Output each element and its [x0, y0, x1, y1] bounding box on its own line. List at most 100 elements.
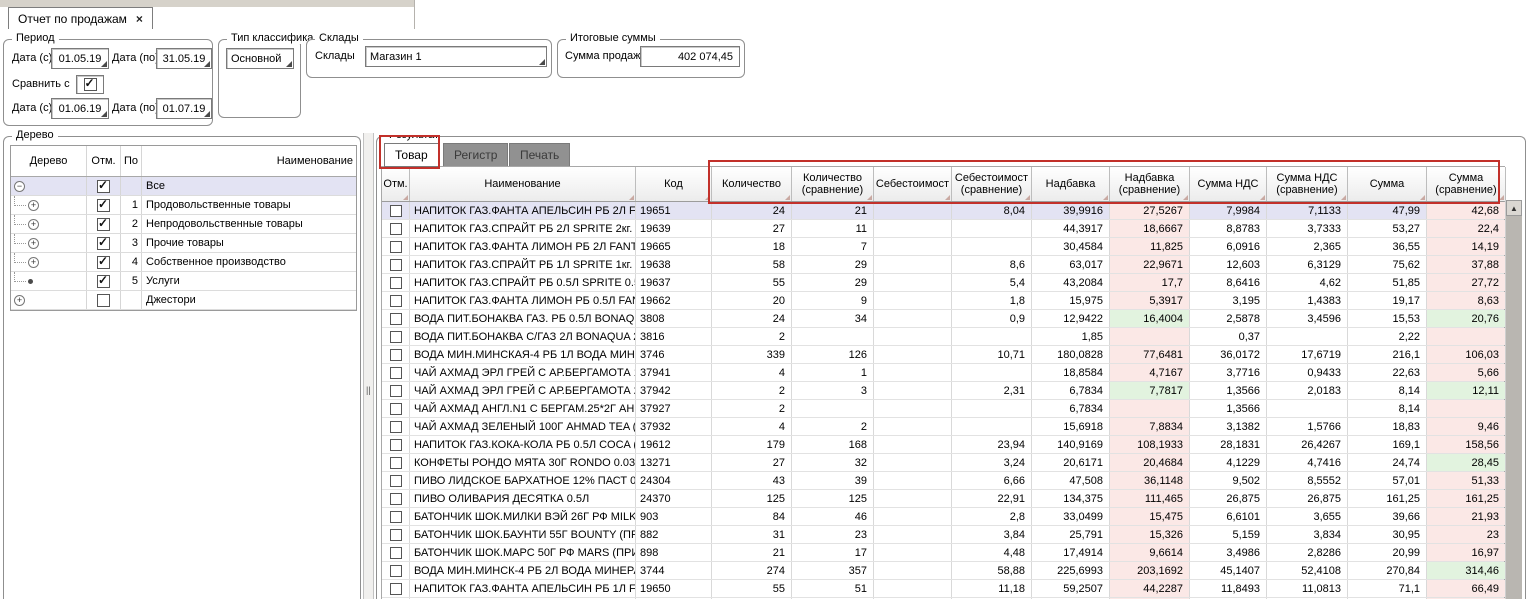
tab-tovar[interactable]: Товар [384, 143, 439, 167]
row-checkbox[interactable] [390, 475, 402, 487]
date-to2-input[interactable]: 01.07.19 [156, 98, 212, 119]
tree-header-2[interactable]: По [121, 146, 142, 176]
tree-checkbox[interactable] [97, 218, 110, 231]
column-header-3[interactable]: Количество [712, 167, 792, 201]
column-header-4[interactable]: Количество (сравнение) [792, 167, 874, 201]
table-row[interactable]: ЧАЙ АХМАД ЗЕЛЕНЫЙ 100Г AHMAD TEA (379324… [382, 418, 1504, 436]
column-header-12[interactable]: Сумма (сравнение) [1427, 167, 1506, 201]
row-checkbox[interactable] [390, 259, 402, 271]
table-row[interactable]: НАПИТОК ГАЗ.СПРАЙТ РБ 1Л SPRITE 1кг.1963… [382, 256, 1504, 274]
tab-registr[interactable]: Регистр [443, 143, 508, 167]
tree-row[interactable]: +4Собственное производство [11, 253, 356, 272]
table-row[interactable]: ВОДА МИН.МИНСК-4 РБ 2Л ВОДА МИНЕРА374427… [382, 562, 1504, 580]
table-vertical-scrollbar[interactable]: ▲ [1505, 200, 1522, 599]
table-row[interactable]: НАПИТОК ГАЗ.ФАНТА АПЕЛЬСИН РБ 1Л FA19650… [382, 580, 1504, 598]
row-checkbox[interactable] [390, 421, 402, 433]
row-checkbox[interactable] [390, 223, 402, 235]
expand-icon[interactable]: + [28, 257, 39, 268]
column-header-5[interactable]: Себестоимост [874, 167, 952, 201]
vertical-splitter[interactable]: || [363, 133, 374, 599]
table-row[interactable]: ЧАЙ АХМАД АНГЛ.N1 С БЕРГАМ.25*2Г АН37927… [382, 400, 1504, 418]
row-checkbox[interactable] [390, 331, 402, 343]
tab-pechat[interactable]: Печать [509, 143, 570, 167]
column-header-11[interactable]: Сумма [1348, 167, 1427, 201]
column-header-9[interactable]: Сумма НДС [1190, 167, 1267, 201]
row-checkbox[interactable] [390, 205, 402, 217]
cell-markup-cmp: 5,3917 [1110, 292, 1190, 309]
table-row[interactable]: ВОДА МИН.МИНСКАЯ-4 РБ 1Л ВОДА МИН3746339… [382, 346, 1504, 364]
table-row[interactable]: НАПИТОК ГАЗ.ФАНТА АПЕЛЬСИН РБ 2Л FA19651… [382, 202, 1504, 220]
row-checkbox[interactable] [390, 565, 402, 577]
column-header-10[interactable]: Сумма НДС (сравнение) [1267, 167, 1348, 201]
tab-sales-report[interactable]: Отчет по продажам × [8, 7, 153, 29]
row-checkbox[interactable] [390, 529, 402, 541]
column-header-7[interactable]: Надбавка [1032, 167, 1110, 201]
tree-row[interactable]: 5Услуги [11, 272, 356, 291]
table-row[interactable]: НАПИТОК ГАЗ.СПРАЙТ РБ 0.5Л SPRITE 0.5196… [382, 274, 1504, 292]
table-row[interactable]: НАПИТОК ГАЗ.ФАНТА ЛИМОН РБ 0.5Л FAN19662… [382, 292, 1504, 310]
row-checkbox[interactable] [390, 349, 402, 361]
column-header-2[interactable]: Код [636, 167, 712, 201]
column-header-8[interactable]: Надбавка (сравнение) [1110, 167, 1190, 201]
row-checkbox[interactable] [390, 385, 402, 397]
tree-row[interactable]: +3Прочие товары [11, 234, 356, 253]
date-from2-input[interactable]: 01.06.19 [51, 98, 109, 119]
row-checkbox[interactable] [390, 241, 402, 253]
table-row[interactable]: ПИВО ЛИДСКОЕ БАРХАТНОЕ 12% ПАСТ 02430443… [382, 472, 1504, 490]
column-header-0[interactable]: Отм. [382, 167, 410, 201]
table-row[interactable]: БАТОНЧИК ШОК.МАРС 50Г РФ MARS (ПРИ898211… [382, 544, 1504, 562]
tree-checkbox[interactable] [97, 275, 110, 288]
tree-row[interactable]: +Джестори [11, 291, 356, 310]
close-icon[interactable]: × [136, 14, 143, 24]
date-to-input[interactable]: 31.05.19 [156, 48, 212, 69]
table-row[interactable]: ЧАЙ АХМАД ЭРЛ ГРЕЙ С АР.БЕРГАМОТА 237942… [382, 382, 1504, 400]
tree-checkbox[interactable] [97, 199, 110, 212]
table-row[interactable]: ПИВО ОЛИВАРИЯ ДЕСЯТКА 0.5Л2437012512522,… [382, 490, 1504, 508]
table-row[interactable]: НАПИТОК ГАЗ.СПРАЙТ РБ 2Л SPRITE 2кг.1963… [382, 220, 1504, 238]
classifier-dropdown[interactable]: Основной [226, 48, 294, 69]
table-row[interactable]: ВОДА ПИТ.БОНАКВА С/ГАЗ 2Л BONAQUA 238162… [382, 328, 1504, 346]
column-header-6[interactable]: Себестоимост (сравнение) [952, 167, 1032, 201]
table-row[interactable]: БАТОНЧИК ШОК.БАУНТИ 55Г BOUNTY (ПР882312… [382, 526, 1504, 544]
tree-row[interactable]: +1Продовольственные товары [11, 196, 356, 215]
tree-checkbox[interactable] [97, 256, 110, 269]
row-checkbox[interactable] [390, 313, 402, 325]
cell-sum: 18,83 [1348, 418, 1427, 435]
tree-header-1[interactable]: Отм. [87, 146, 121, 176]
row-checkbox[interactable] [390, 511, 402, 523]
table-row[interactable]: ЧАЙ АХМАД ЭРЛ ГРЕЙ С АР.БЕРГАМОТА 137941… [382, 364, 1504, 382]
date-from-input[interactable]: 01.05.19 [51, 48, 109, 69]
expand-icon[interactable]: + [28, 200, 39, 211]
warehouses-input[interactable]: Магазин 1 [365, 46, 547, 67]
tree-header-3[interactable]: Наименование [142, 146, 356, 176]
expand-icon[interactable]: + [14, 295, 25, 306]
tree-checkbox[interactable] [97, 237, 110, 250]
row-checkbox[interactable] [390, 439, 402, 451]
row-checkbox[interactable] [390, 295, 402, 307]
compare-checkbox[interactable] [76, 75, 104, 94]
expand-icon[interactable]: + [28, 238, 39, 249]
row-checkbox[interactable] [390, 403, 402, 415]
leaf-dot-icon[interactable] [28, 279, 33, 284]
expand-icon[interactable]: + [28, 219, 39, 230]
tree-row[interactable]: +2Непродовольственные товары [11, 215, 356, 234]
row-checkbox[interactable] [390, 583, 402, 595]
table-row[interactable]: ВОДА ПИТ.БОНАКВА ГАЗ. РБ 0.5Л BONAQU3808… [382, 310, 1504, 328]
collapse-icon[interactable]: − [14, 181, 25, 192]
row-checkbox[interactable] [390, 367, 402, 379]
tree-row[interactable]: −Все [11, 177, 356, 196]
table-row[interactable]: БАТОНЧИК ШОК.МИЛКИ ВЭЙ 26Г РФ MILK903844… [382, 508, 1504, 526]
table-row[interactable]: НАПИТОК ГАЗ.КОКА-КОЛА РБ 0.5Л COCA (1961… [382, 436, 1504, 454]
sales-sum-input[interactable]: 402 074,45 [640, 46, 740, 67]
table-row[interactable]: КОНФЕТЫ РОНДО МЯТА 30Г RONDO 0.031327127… [382, 454, 1504, 472]
tree-checkbox[interactable] [97, 180, 110, 193]
column-header-1[interactable]: Наименование [410, 167, 636, 201]
row-checkbox[interactable] [390, 277, 402, 289]
row-checkbox[interactable] [390, 457, 402, 469]
tree-header-0[interactable]: Дерево [11, 146, 87, 176]
scroll-up-button[interactable]: ▲ [1506, 200, 1522, 216]
row-checkbox[interactable] [390, 493, 402, 505]
tree-checkbox[interactable] [97, 294, 110, 307]
table-row[interactable]: НАПИТОК ГАЗ.ФАНТА ЛИМОН РБ 2Л FANT196651… [382, 238, 1504, 256]
row-checkbox[interactable] [390, 547, 402, 559]
